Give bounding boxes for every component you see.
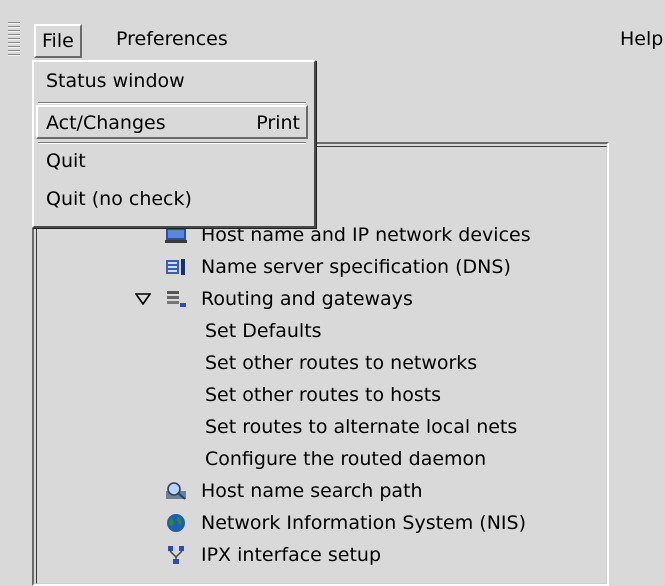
menu-file[interactable]: File [34,24,82,58]
menu-item-act-changes[interactable]: Act/Changes [46,108,166,138]
menu-item-status-window[interactable]: Status window [46,66,185,96]
tree-item-dns[interactable]: Name server specification (DNS) [37,252,597,282]
globe-icon [167,514,185,532]
tree-subitem-routes-hosts[interactable]: Set other routes to hosts [37,380,597,410]
menu-item-act-changes-print[interactable]: Print [256,108,300,138]
tree-item-label: Set routes to alternate local nets [205,416,518,438]
dns-server-icon [166,259,185,275]
tree-item-label: IPX interface setup [201,544,382,566]
tree-item-label: Set other routes to networks [205,352,478,374]
tree-item-host-search-path[interactable]: Host name search path [37,476,597,506]
tree-item-ipx[interactable]: IPX interface setup [37,540,597,570]
router-icon [167,291,186,307]
tree-subitem-routed-daemon[interactable]: Configure the routed daemon [37,444,597,474]
tree-item-label: Set Defaults [205,320,322,342]
network-card-icon [165,228,187,243]
menu-separator [38,102,306,104]
tree-subitem-set-defaults[interactable]: Set Defaults [37,316,597,346]
menubar: File Preferences Help [0,18,665,62]
menu-separator [38,142,306,144]
menu-item-quit[interactable]: Quit [46,146,86,176]
tree-item-label: Network Information System (NIS) [201,512,526,534]
tree-subitem-routes-networks[interactable]: Set other routes to networks [37,348,597,378]
ipx-network-icon [168,546,184,564]
search-path-icon [166,482,186,500]
tree-subitem-alternate-local-nets[interactable]: Set routes to alternate local nets [37,412,597,442]
tree-item-label: Name server specification (DNS) [201,256,511,278]
tree-item-label: Configure the routed daemon [205,448,487,470]
file-menu-dropdown: Status window Act/Changes Print Quit Qui… [32,60,316,228]
menu-help[interactable]: Help [614,22,665,56]
tree-item-label: Set other routes to hosts [205,384,442,406]
tree-item-routing-gateways[interactable]: Routing and gateways [37,284,597,314]
tree-item-label: Host name search path [201,480,423,502]
expanded-triangle-icon[interactable] [135,293,151,305]
menu-preferences[interactable]: Preferences [110,22,234,56]
menubar-grip-handle[interactable] [8,22,20,58]
tree-item-label: Routing and gateways [201,288,413,310]
menu-item-quit-no-check[interactable]: Quit (no check) [46,184,192,214]
tree-item-nis[interactable]: Network Information System (NIS) [37,508,597,538]
